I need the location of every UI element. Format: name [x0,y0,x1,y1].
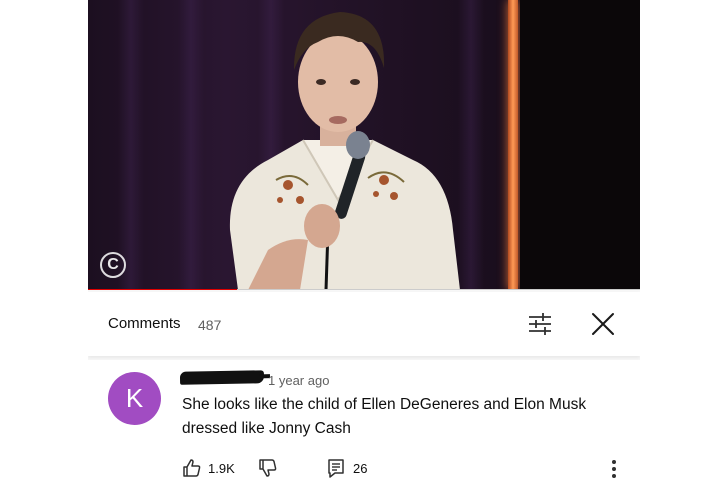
thumbs-up-icon [183,459,201,477]
like-button[interactable]: 1.9K [182,458,235,478]
curtain-fold [118,0,144,290]
comment-item: K 1 year ago She looks like the child of… [88,360,640,485]
more-vertical-icon[interactable] [606,458,622,480]
avatar[interactable]: K [108,372,161,425]
filter-sliders-icon[interactable] [526,310,554,338]
curtain-fold [178,0,204,290]
close-icon[interactable] [590,311,616,337]
comments-count: 487 [198,317,222,333]
stage-shadow [520,0,640,290]
comment-timestamp: 1 year ago [268,373,330,388]
app-screen: C Comments 487 K 1 year ago She looks li… [88,0,640,485]
comments-title: Comments [108,315,181,332]
comment-actions: 1.9K 26 [182,458,622,480]
comment-text-line: dressed like Jonny Cash [182,420,351,437]
performer-image [229,12,460,290]
comment-text-line: She looks like the child of Ellen DeGene… [182,396,587,413]
video-player[interactable]: C [88,0,640,290]
video-progress-fill [88,289,238,290]
reply-icon [328,459,344,478]
like-count: 1.9K [208,460,235,476]
comment-text: She looks like the child of Ellen DeGene… [182,393,622,441]
video-progress-bar[interactable] [88,289,640,290]
channel-logo: C [100,252,126,278]
reply-button[interactable]: 26 [327,458,367,478]
comments-header: Comments 487 [88,292,640,356]
thumbs-down-icon [259,459,277,477]
reply-count: 26 [353,460,368,476]
redacted-username [179,370,265,385]
neon-light [508,0,518,290]
dislike-button[interactable] [258,458,278,483]
